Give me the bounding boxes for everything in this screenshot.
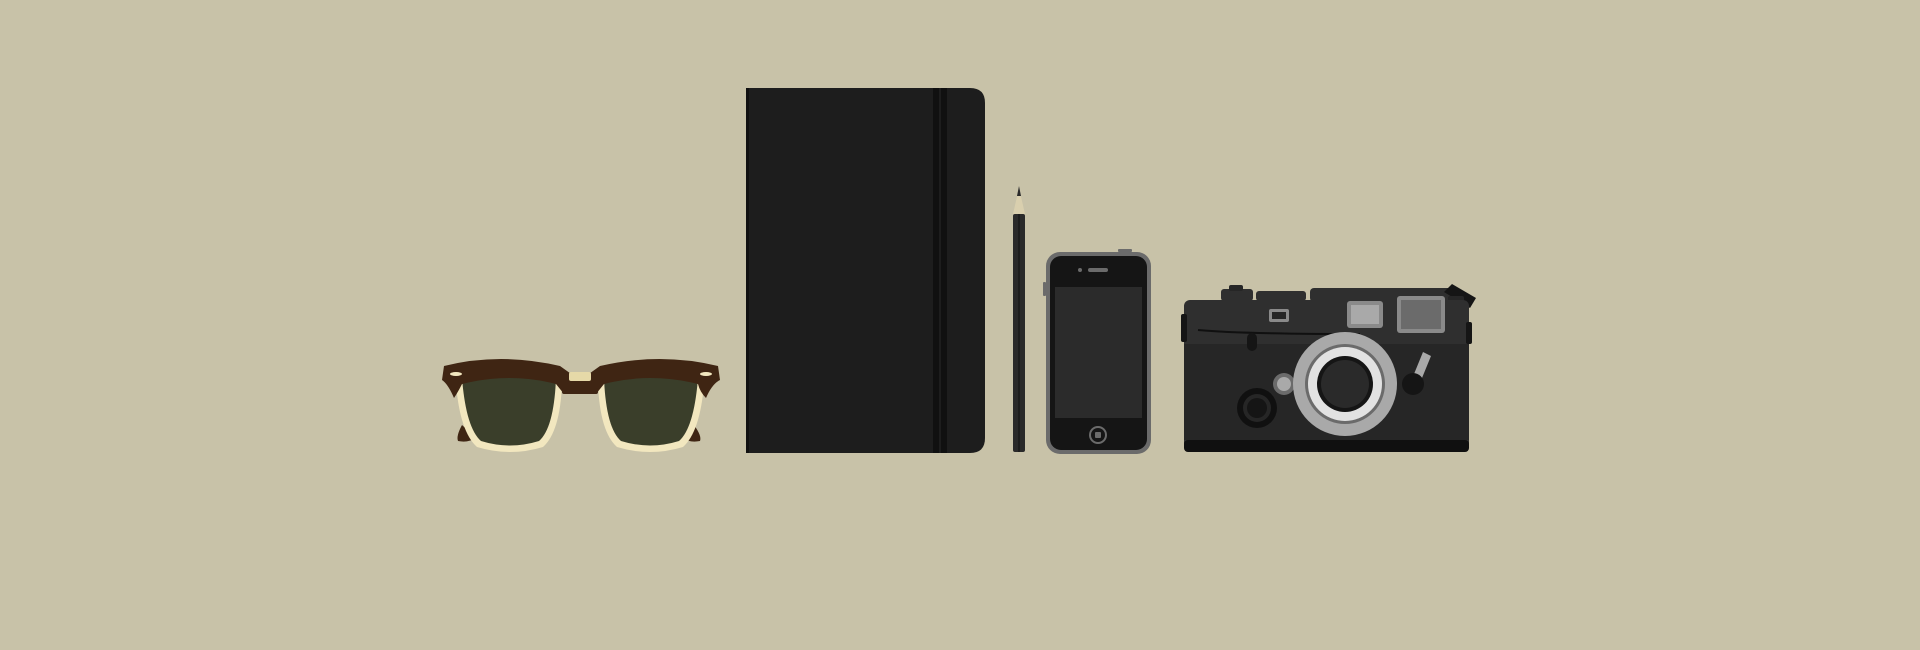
desk-flatlay-scene <box>0 0 1920 650</box>
sunglasses-nose-bar <box>562 388 598 394</box>
notebook-spine-edge <box>746 88 749 453</box>
scene-illustration <box>442 88 1476 454</box>
sunglasses-right-rivet <box>700 372 712 376</box>
phone-screen <box>1055 287 1142 418</box>
camera-lens-release-button <box>1402 373 1424 395</box>
phone-home-button-square <box>1095 432 1101 438</box>
camera-release-button <box>1247 333 1257 351</box>
pencil <box>1013 186 1025 452</box>
camera-focus-knob-center <box>1277 377 1291 391</box>
camera-left-strap-lug <box>1181 314 1187 342</box>
pencil-body-highlight <box>1018 214 1020 452</box>
camera-viewfinder-window-inner <box>1401 300 1441 329</box>
camera <box>1181 284 1476 452</box>
notebook-elastic-band-highlight <box>939 88 941 453</box>
camera-shutter-dial-cap <box>1229 285 1243 291</box>
notebook <box>746 88 985 453</box>
phone-side-button <box>1043 282 1046 296</box>
pencil-lead <box>1017 186 1021 196</box>
camera-bottom-plate <box>1184 440 1469 452</box>
camera-right-strap-lug <box>1466 322 1472 344</box>
phone-top-button <box>1118 249 1132 252</box>
camera-small-window-inner <box>1272 312 1286 319</box>
camera-top-button <box>1256 291 1306 301</box>
camera-lens-glass <box>1321 360 1369 408</box>
notebook-cover <box>746 88 985 453</box>
sunglasses-left-rivet <box>450 372 462 376</box>
smartphone <box>1043 249 1151 454</box>
phone-speaker <box>1088 268 1108 272</box>
sunglasses-bridge <box>569 372 591 381</box>
camera-rangefinder-window-inner <box>1351 305 1379 324</box>
phone-front-camera <box>1078 268 1082 272</box>
camera-secondary-dial-core <box>1247 398 1267 418</box>
sunglasses <box>442 359 720 452</box>
